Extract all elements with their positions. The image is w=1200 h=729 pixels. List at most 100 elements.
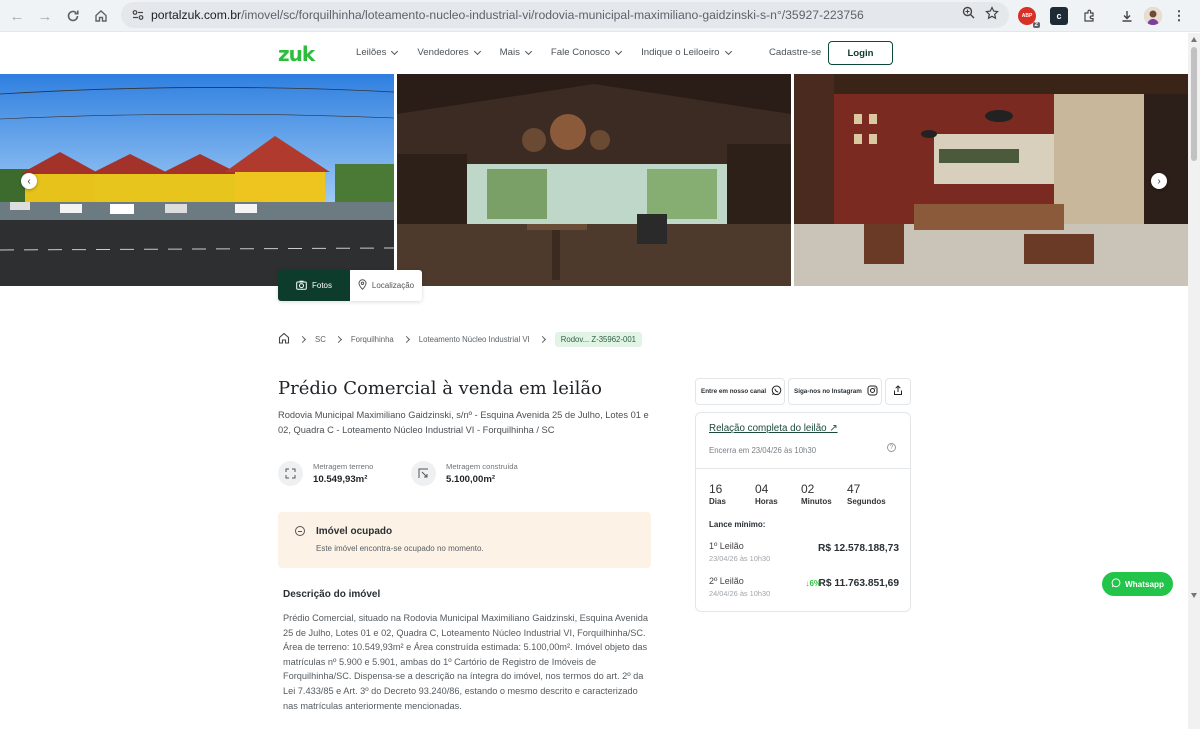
menu-indique-leiloeiro[interactable]: Indique o Leiloeiro [641, 47, 732, 58]
gallery-next-button[interactable]: › [1151, 173, 1167, 189]
countdown-seconds-value: 47 [847, 482, 861, 496]
auction-round-2: 2º Leilão 24/04/26 às 10h30 ↓6% R$ 11.76… [709, 576, 899, 598]
browser-toolbar: ← → portalzuk.com.br/imovel/sc/forquilhi… [0, 0, 1200, 32]
countdown-minutes: 02 Minutos [801, 482, 847, 506]
page-title: Prédio Comercial à venda em leilão [278, 378, 602, 399]
url-host: portalzuk.com.br [151, 8, 242, 22]
chevron-down-icon [724, 47, 732, 55]
countdown-seconds-label: Segundos [847, 497, 886, 506]
built-area-icon [411, 461, 436, 486]
auction-end-date: Encerra em 23/04/26 às 10h30 [709, 446, 817, 455]
tab-location-label: Localização [371, 281, 415, 290]
whatsapp-channel-button[interactable]: Entre em nosso canal [695, 378, 785, 405]
auction-card-header: Relação completa do leilão ↗ Encerra em … [696, 413, 910, 469]
address-bar[interactable]: portalzuk.com.br/imovel/sc/forquilhinha/… [121, 2, 1009, 28]
chevron-right-icon [538, 335, 546, 343]
countdown: 16 Dias 04 Horas 02 Minutos 47 Segundos [709, 482, 893, 506]
zuk-logo[interactable]: zuk [278, 42, 315, 66]
menu-leiloes-label: Leilões [356, 47, 387, 58]
breadcrumb-current: Rodov... Z-35962-001 [554, 331, 643, 347]
url-path: /imovel/sc/forquilhinha/loteamento-nucle… [241, 8, 864, 22]
media-tabs: Fotos Localização [278, 270, 422, 301]
whatsapp-label: Whatsapp [1124, 579, 1165, 589]
menu-fale-conosco[interactable]: Fale Conosco [551, 47, 623, 58]
puzzle-extensions-icon[interactable] [1080, 7, 1098, 25]
chevron-down-icon [391, 47, 399, 55]
built-area-value: 5.100,00m² [446, 474, 496, 485]
land-area-label: Metragem terreno [313, 462, 374, 471]
channel-button-label: Entre em nosso canal [701, 388, 767, 395]
signup-link[interactable]: Cadastre-se [769, 47, 821, 58]
menu-mais[interactable]: Mais [499, 47, 532, 58]
instagram-button-label: Siga-nos no Instagram [794, 388, 862, 395]
chevron-right-icon [402, 335, 410, 343]
gallery-photo-bar[interactable] [794, 74, 1188, 286]
tab-location[interactable]: Localização [350, 270, 422, 301]
code-extension-icon[interactable]: c [1050, 7, 1068, 25]
menu-mais-label: Mais [499, 47, 520, 58]
built-area-label: Metragem construída [446, 462, 518, 471]
zoom-icon[interactable] [962, 6, 975, 24]
share-icon [893, 385, 903, 398]
scroll-thumb[interactable] [1191, 47, 1197, 161]
occupied-notice: Imóvel ocupado Este imóvel encontra-se o… [278, 512, 651, 568]
back-icon[interactable]: ← [3, 2, 31, 30]
countdown-minutes-value: 02 [801, 482, 815, 496]
share-button[interactable] [885, 378, 911, 405]
bookmark-star-icon[interactable] [985, 5, 999, 25]
gallery-photo-exterior[interactable] [0, 74, 394, 286]
reload-icon[interactable] [59, 2, 87, 30]
breadcrumb-city[interactable]: Forquilhinha [351, 335, 394, 344]
breadcrumb-state[interactable]: SC [315, 335, 326, 344]
round-1-price: R$ 12.578.188,73 [817, 543, 899, 554]
menu-vendedores-label: Vendedores [417, 47, 469, 58]
menu-leiloes[interactable]: Leilões [356, 47, 399, 58]
expand-area-icon [278, 461, 303, 486]
home-icon[interactable] [278, 332, 290, 346]
map-pin-icon [358, 279, 367, 292]
whatsapp-icon [1111, 578, 1121, 590]
auction-full-list-link[interactable]: Relação completa do leilão ↗ [709, 423, 838, 434]
scroll-up-arrow[interactable] [1191, 37, 1197, 42]
countdown-days-label: Dias [709, 497, 726, 506]
forward-icon[interactable]: → [31, 2, 59, 30]
adblock-extension-icon[interactable]: ABP 2 [1018, 7, 1040, 28]
round-1-date: 23/04/26 às 10h30 [709, 554, 771, 563]
gallery-prev-button[interactable]: ‹ [21, 173, 37, 189]
minus-circle-icon [295, 526, 305, 536]
scroll-down-arrow[interactable] [1191, 593, 1197, 598]
chevron-down-icon [473, 47, 481, 55]
auction-card: Relação completa do leilão ↗ Encerra em … [695, 412, 911, 612]
description-text: Prédio Comercial, situado na Rodovia Mun… [283, 613, 648, 711]
help-icon[interactable]: ? [887, 443, 896, 452]
browser-menu-icon[interactable]: ⋮ [1170, 7, 1188, 25]
adblock-label: ABP [1021, 13, 1033, 19]
built-area: Metragem construída 5.100,00m² [411, 461, 518, 486]
instagram-icon [867, 385, 878, 398]
chevron-down-icon [524, 47, 532, 55]
countdown-days-value: 16 [709, 482, 723, 496]
occupied-text: Este imóvel encontra-se ocupado no momen… [316, 544, 484, 553]
occupied-title: Imóvel ocupado [316, 526, 393, 537]
land-area-value: 10.549,93m² [313, 474, 368, 485]
min-bid-label: Lance mínimo: [709, 520, 766, 529]
tab-photos[interactable]: Fotos [278, 270, 350, 301]
menu-vendedores[interactable]: Vendedores [417, 47, 481, 58]
chevron-right-icon [334, 335, 342, 343]
instagram-button[interactable]: Siga-nos no Instagram [788, 378, 882, 405]
round-2-price: R$ 11.763.851,69 [818, 578, 899, 589]
page-scrollbar[interactable] [1188, 33, 1200, 729]
profile-avatar[interactable] [1144, 7, 1162, 25]
home-icon[interactable] [87, 2, 115, 30]
download-icon[interactable] [1118, 7, 1136, 25]
gallery-photo-veranda[interactable] [397, 74, 791, 286]
land-area: Metragem terreno 10.549,93m² [278, 461, 373, 486]
chevron-right-icon [298, 335, 307, 343]
breadcrumb-neighborhood[interactable]: Loteamento Núcleo Industrial VI [419, 335, 530, 344]
auction-round-1: 1º Leilão 23/04/26 às 10h30 R$ 12.578.18… [709, 541, 899, 563]
countdown-hours-value: 04 [755, 482, 769, 496]
site-info-icon[interactable] [125, 2, 151, 28]
extensions-area: ABP 2 c ⋮ [1018, 3, 1188, 29]
login-button[interactable]: Login [828, 41, 893, 65]
whatsapp-float-button[interactable]: Whatsapp [1102, 572, 1173, 596]
